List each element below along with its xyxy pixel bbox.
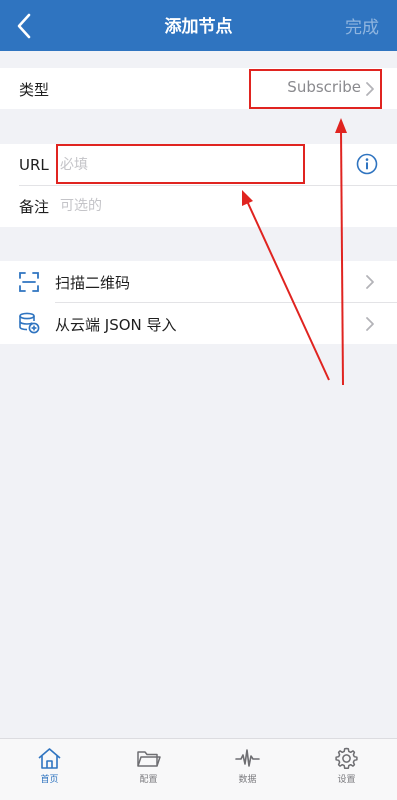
page-title: 添加节点 bbox=[164, 17, 233, 37]
tab-settings[interactable]: 设置 bbox=[297, 739, 396, 800]
tab-config-label: 配置 bbox=[139, 775, 158, 785]
chevron-right-icon bbox=[366, 275, 374, 289]
cloud-database-import-icon bbox=[19, 312, 40, 334]
scan-qr-label: 扫描二维码 bbox=[55, 274, 131, 292]
annotation-box-type bbox=[249, 69, 382, 109]
qr-scan-icon bbox=[19, 272, 39, 292]
tab-data[interactable]: 数据 bbox=[198, 739, 297, 800]
url-label: URL bbox=[19, 156, 49, 174]
actions-section: 扫描二维码 从云端 JSON 导入 bbox=[0, 261, 397, 344]
pulse-icon bbox=[235, 749, 260, 767]
tab-data-label: 数据 bbox=[238, 775, 257, 785]
folder-icon bbox=[137, 751, 161, 767]
type-label: 类型 bbox=[19, 81, 50, 99]
back-button[interactable] bbox=[10, 12, 40, 40]
import-cloud-json-label: 从云端 JSON 导入 bbox=[55, 316, 177, 334]
scan-qr-row[interactable]: 扫描二维码 bbox=[0, 261, 397, 302]
chevron-left-icon bbox=[17, 13, 31, 39]
note-label: 备注 bbox=[19, 198, 50, 216]
done-button[interactable]: 完成 bbox=[345, 0, 379, 51]
home-icon bbox=[38, 748, 61, 769]
info-icon[interactable] bbox=[356, 153, 378, 175]
note-input[interactable] bbox=[60, 193, 290, 219]
tab-home-label: 首页 bbox=[40, 775, 59, 785]
nav-bar: 添加节点 完成 bbox=[0, 0, 397, 51]
tab-config[interactable]: 配置 bbox=[99, 739, 198, 800]
import-cloud-json-row[interactable]: 从云端 JSON 导入 bbox=[0, 303, 397, 344]
gear-icon bbox=[335, 747, 358, 769]
annotation-box-url bbox=[56, 144, 305, 184]
tab-settings-label: 设置 bbox=[337, 775, 356, 785]
tab-bar: 首页 配置 数据 设置 bbox=[0, 738, 397, 800]
chevron-right-icon bbox=[366, 317, 374, 331]
divider bbox=[19, 185, 397, 186]
annotation-arrows bbox=[242, 118, 347, 386]
tab-home[interactable]: 首页 bbox=[0, 739, 99, 800]
